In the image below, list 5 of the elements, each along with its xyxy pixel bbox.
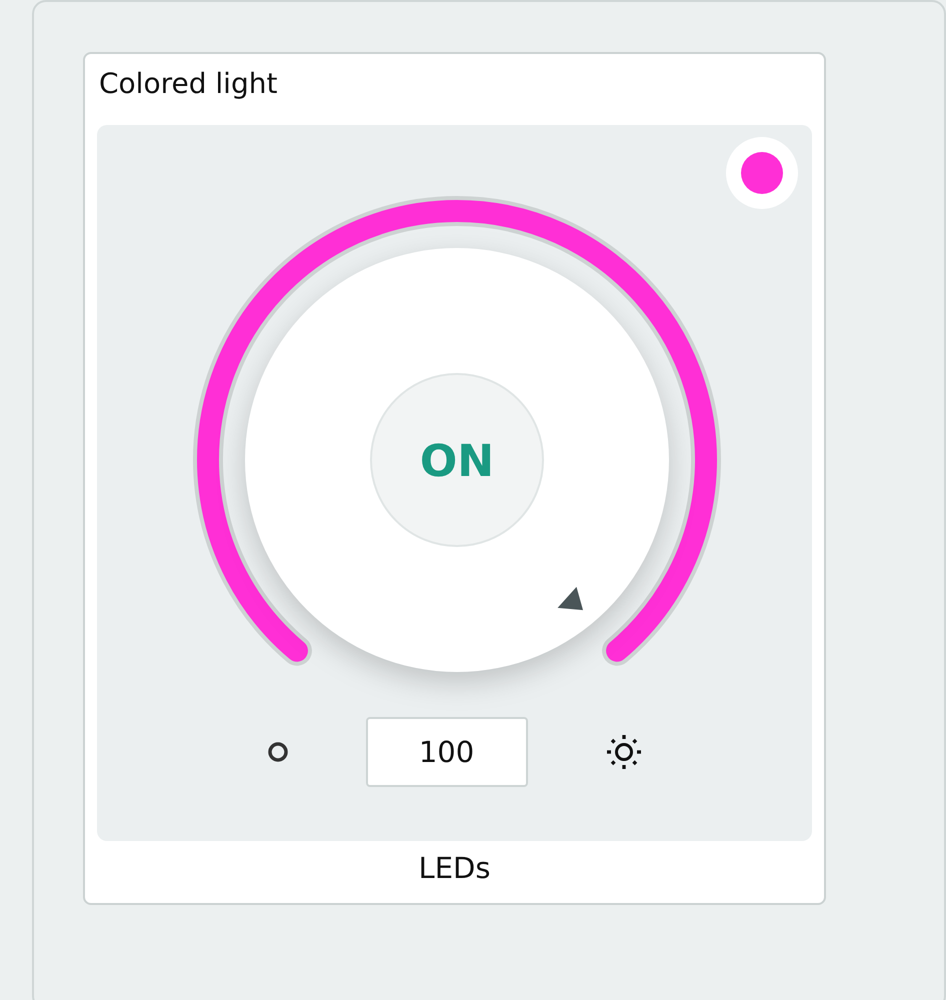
brightness-input[interactable]: 100 bbox=[366, 717, 528, 787]
dim-icon[interactable] bbox=[266, 740, 290, 764]
pointer-icon bbox=[558, 586, 583, 610]
device-label: LEDs bbox=[418, 850, 492, 887]
card-title: Colored light bbox=[98, 66, 278, 102]
